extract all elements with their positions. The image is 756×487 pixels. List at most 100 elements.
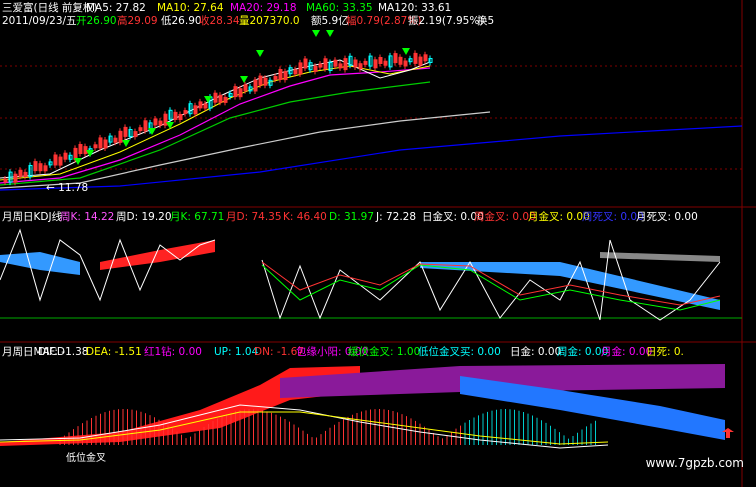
buy-arrow-icon <box>122 140 130 147</box>
candle-body <box>23 171 28 177</box>
candle-body <box>383 60 388 66</box>
macd-annotation: 低位金叉 <box>66 453 106 464</box>
macd-legend-item-3: UP: 1.04 <box>214 346 259 358</box>
candle-body <box>243 84 248 92</box>
candle-body <box>173 111 178 120</box>
low-price-marker: ← 11.78 <box>46 182 89 194</box>
stock-title: 三爱富(日线 前复权) <box>2 2 98 14</box>
candle-body <box>98 137 103 149</box>
candle-body <box>258 75 263 86</box>
kdj-band-red <box>100 240 215 270</box>
candle-body <box>393 53 398 64</box>
candle-body <box>193 105 198 115</box>
buy-arrow-icon <box>148 128 156 135</box>
kdj-legend-item-0: 周K: 14.22 <box>60 211 115 223</box>
open-label: 开26.90 <box>76 15 117 27</box>
ma5-label: MA5: 27.82 <box>86 2 146 14</box>
kdj-legend-item-10: 周死叉: 0.00 <box>582 211 644 223</box>
candle-body <box>58 156 63 166</box>
candle-body <box>103 139 108 149</box>
ma10-line <box>0 65 431 181</box>
kdj-legend-item-1: 周D: 19.20 <box>116 211 172 223</box>
candle-body <box>323 58 328 70</box>
candle-body <box>138 127 143 132</box>
low-price-value: 11.78 <box>58 182 89 194</box>
candle-body <box>373 59 378 69</box>
candle-body <box>403 60 408 67</box>
candle-body <box>178 114 183 120</box>
kdj-legend-item-2: 月K: 67.71 <box>170 211 225 223</box>
candle-body <box>78 144 83 154</box>
amplitude-label: 振2.19(7.95%) <box>408 15 484 27</box>
kdj-legend-item-3: 月D: 74.35 <box>226 211 282 223</box>
buy-arrow-icon <box>402 48 410 55</box>
macd-legend-item-11: 日死: 0. <box>646 346 684 358</box>
macd-legend-item-8: 日金: 0.00 <box>510 346 562 358</box>
amount-label: 额5.9亿 <box>311 15 349 27</box>
ma60-label: MA60: 33.35 <box>306 2 373 14</box>
watermark: www.7gpzb.com <box>645 456 744 470</box>
candle-body <box>298 62 303 75</box>
candle-body <box>343 58 348 71</box>
low-label: 低26.90 <box>161 15 202 27</box>
candle-body <box>263 77 268 86</box>
candle-body <box>338 63 343 69</box>
candle-body <box>233 86 238 98</box>
candle-body <box>313 65 318 72</box>
candle-body <box>423 54 428 62</box>
candle-body <box>203 103 208 109</box>
candle-body <box>158 120 163 126</box>
kdj-j-line-right <box>261 239 721 321</box>
macd-legend-item-1: DEA: -1.51 <box>86 346 142 358</box>
price-layer <box>0 30 743 191</box>
candle-body <box>413 52 418 64</box>
candle-body <box>358 63 363 70</box>
candle-body <box>353 59 358 68</box>
chart-canvas <box>0 0 756 487</box>
candle-body <box>18 169 23 177</box>
candle-body <box>398 56 403 65</box>
candle-body <box>283 71 288 81</box>
candle-body <box>303 58 308 69</box>
candle-body <box>218 94 223 103</box>
kdj-legend-item-4: K: 46.40 <box>283 211 327 223</box>
close-label: 收28.34 <box>199 15 240 27</box>
candle-body <box>253 79 258 92</box>
kdj-legend-item-8: 周金叉: 0.00 <box>474 211 536 223</box>
high-label: 高29.09 <box>117 15 158 27</box>
candle-body <box>238 88 243 98</box>
kdj-legend-item-5: D: 31.97 <box>329 211 375 223</box>
volume-label: 量207370.0 <box>239 15 300 27</box>
candle-body <box>133 131 138 138</box>
candle-body <box>123 126 128 137</box>
candle-body <box>53 154 58 166</box>
candle-body <box>143 120 148 132</box>
candle-body <box>163 113 168 126</box>
kdj-legend-item-6: J: 72.28 <box>376 211 417 223</box>
turnover-label: 换5 <box>477 15 495 27</box>
macd-legend-item-6: 缓伏金叉: 1.00 <box>348 346 421 358</box>
candle-body <box>43 165 48 172</box>
candle-body <box>293 69 298 75</box>
candle-body <box>3 178 8 183</box>
candle-body <box>183 110 188 115</box>
candle-body <box>333 59 338 67</box>
buy-arrow-icon <box>326 30 334 37</box>
kdj-legend-item-9: 月金叉: 0.00 <box>528 211 590 223</box>
macd-legend-item-2: 红1钻: 0.00 <box>144 346 202 358</box>
candle-body <box>273 75 278 80</box>
macd-legend-item-0: DIF: -1.38 <box>38 346 89 358</box>
candle-body <box>223 96 228 103</box>
candle-body <box>318 63 323 68</box>
price-grid <box>0 65 742 170</box>
buy-arrow-icon <box>240 76 248 83</box>
candle-body <box>13 173 18 183</box>
buy-arrow-icon <box>312 30 320 37</box>
ma10-label: MA10: 27.64 <box>157 2 224 14</box>
candle-body <box>118 130 123 143</box>
candle-body <box>153 118 158 126</box>
candle-body <box>73 147 78 160</box>
candle-body <box>213 92 218 103</box>
candle-body <box>38 163 43 172</box>
date-label: 2011/09/23/五 <box>2 15 77 27</box>
